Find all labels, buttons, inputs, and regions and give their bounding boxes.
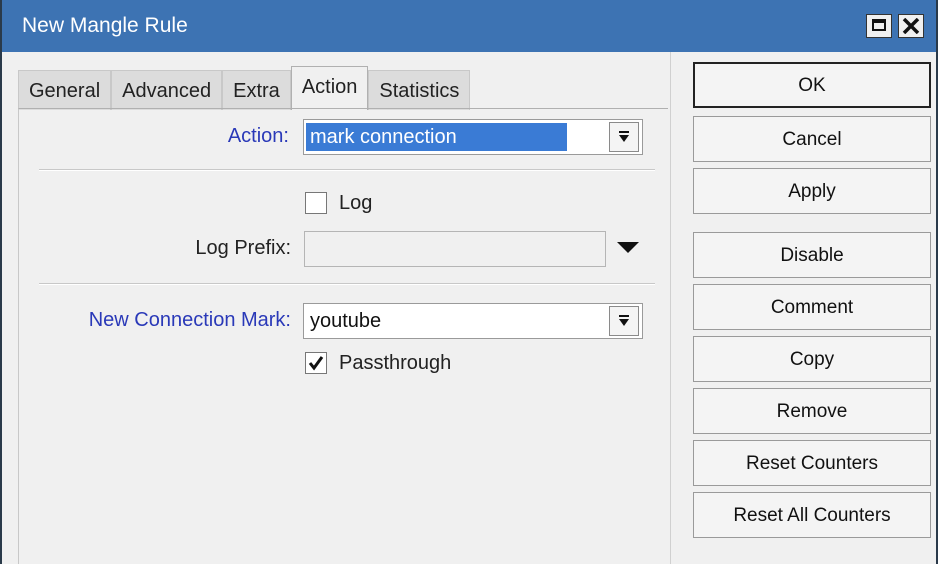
tab-general[interactable]: General [18, 70, 112, 110]
tab-strip: General Advanced Extra Action Statistics [18, 66, 471, 110]
cancel-button[interactable]: Cancel [693, 116, 931, 162]
passthrough-checkbox[interactable] [305, 352, 327, 374]
action-dropdown-button[interactable] [609, 122, 639, 152]
separator [39, 169, 655, 171]
tab-statistics[interactable]: Statistics [368, 70, 471, 110]
close-icon[interactable] [898, 14, 924, 38]
log-prefix-label: Log Prefix: [195, 237, 291, 259]
checkmark-icon [308, 356, 324, 371]
log-prefix-input[interactable] [304, 231, 606, 267]
mangle-rule-window: New Mangle Rule General Advanced Extra A… [0, 0, 938, 564]
rule-form-panel: General Advanced Extra Action Statistics… [2, 52, 670, 564]
ok-button[interactable]: OK [693, 62, 931, 108]
tab-advanced[interactable]: Advanced [111, 70, 223, 110]
tab-action[interactable]: Action [290, 66, 369, 110]
passthrough-label: Passthrough [339, 352, 452, 374]
new-connection-mark-dropdown-button[interactable] [609, 306, 639, 336]
action-select-value: mark connection [306, 123, 567, 151]
maximize-icon[interactable] [866, 14, 892, 38]
new-connection-mark-label: New Connection Mark: [88, 309, 291, 331]
comment-button[interactable]: Comment [693, 284, 931, 330]
new-connection-mark-input[interactable]: youtube [303, 303, 643, 339]
action-label: Action: [227, 125, 289, 147]
tab-extra[interactable]: Extra [222, 70, 291, 110]
log-prefix-dropdown-icon[interactable] [617, 242, 639, 253]
reset-all-counters-button[interactable]: Reset All Counters [693, 492, 931, 538]
log-checkbox[interactable] [305, 192, 327, 214]
disable-button[interactable]: Disable [693, 232, 931, 278]
window-title: New Mangle Rule [22, 14, 188, 37]
title-bar[interactable]: New Mangle Rule [2, 0, 936, 52]
dropdown-arrow-icon [619, 131, 629, 142]
log-label: Log [339, 192, 373, 214]
reset-counters-button[interactable]: Reset Counters [693, 440, 931, 486]
action-select[interactable]: mark connection [303, 119, 643, 155]
dropdown-arrow-icon [619, 315, 629, 326]
tab-content-action: Action: mark connection Log Log Prefix: … [18, 108, 668, 564]
separator [39, 283, 655, 285]
copy-button[interactable]: Copy [693, 336, 931, 382]
remove-button[interactable]: Remove [693, 388, 931, 434]
apply-button[interactable]: Apply [693, 168, 931, 214]
button-column: OK Cancel Apply Disable Comment Copy Rem… [670, 52, 936, 564]
